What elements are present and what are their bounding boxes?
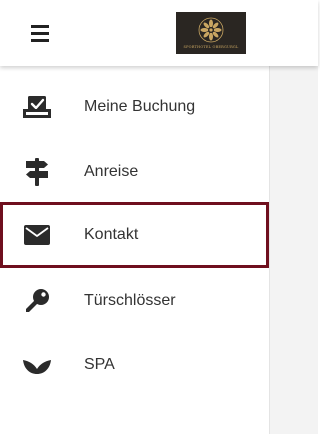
calendar-check-icon bbox=[22, 92, 52, 122]
edelweiss-icon bbox=[198, 17, 224, 43]
menu-item-label: Kontakt bbox=[84, 226, 139, 243]
menu-item-label: Anreise bbox=[84, 163, 139, 180]
menu-item-spa[interactable]: SPA bbox=[0, 332, 269, 398]
menu-item-label: Türschlösser bbox=[84, 292, 176, 309]
key-icon bbox=[22, 286, 52, 316]
menu-item-tuerschloesser[interactable]: Türschlösser bbox=[0, 268, 269, 334]
spa-leaf-icon bbox=[22, 350, 52, 380]
main-content-area bbox=[269, 66, 318, 434]
hotel-logo[interactable]: SPORTHOTEL OBERGURGL bbox=[176, 12, 246, 54]
menu-item-label: Meine Buchung bbox=[84, 98, 196, 115]
menu-item-kontakt[interactable]: Kontakt bbox=[0, 202, 269, 268]
envelope-icon bbox=[22, 220, 52, 250]
hamburger-icon[interactable] bbox=[31, 25, 49, 42]
signpost-icon bbox=[22, 157, 52, 187]
logo-text: SPORTHOTEL OBERGURGL bbox=[183, 45, 239, 49]
menu-item-label: SPA bbox=[84, 356, 115, 373]
top-header: SPORTHOTEL OBERGURGL bbox=[0, 0, 318, 66]
menu-item-meine-buchung[interactable]: Meine Buchung bbox=[0, 74, 269, 140]
menu-item-anreise[interactable]: Anreise bbox=[0, 139, 269, 205]
